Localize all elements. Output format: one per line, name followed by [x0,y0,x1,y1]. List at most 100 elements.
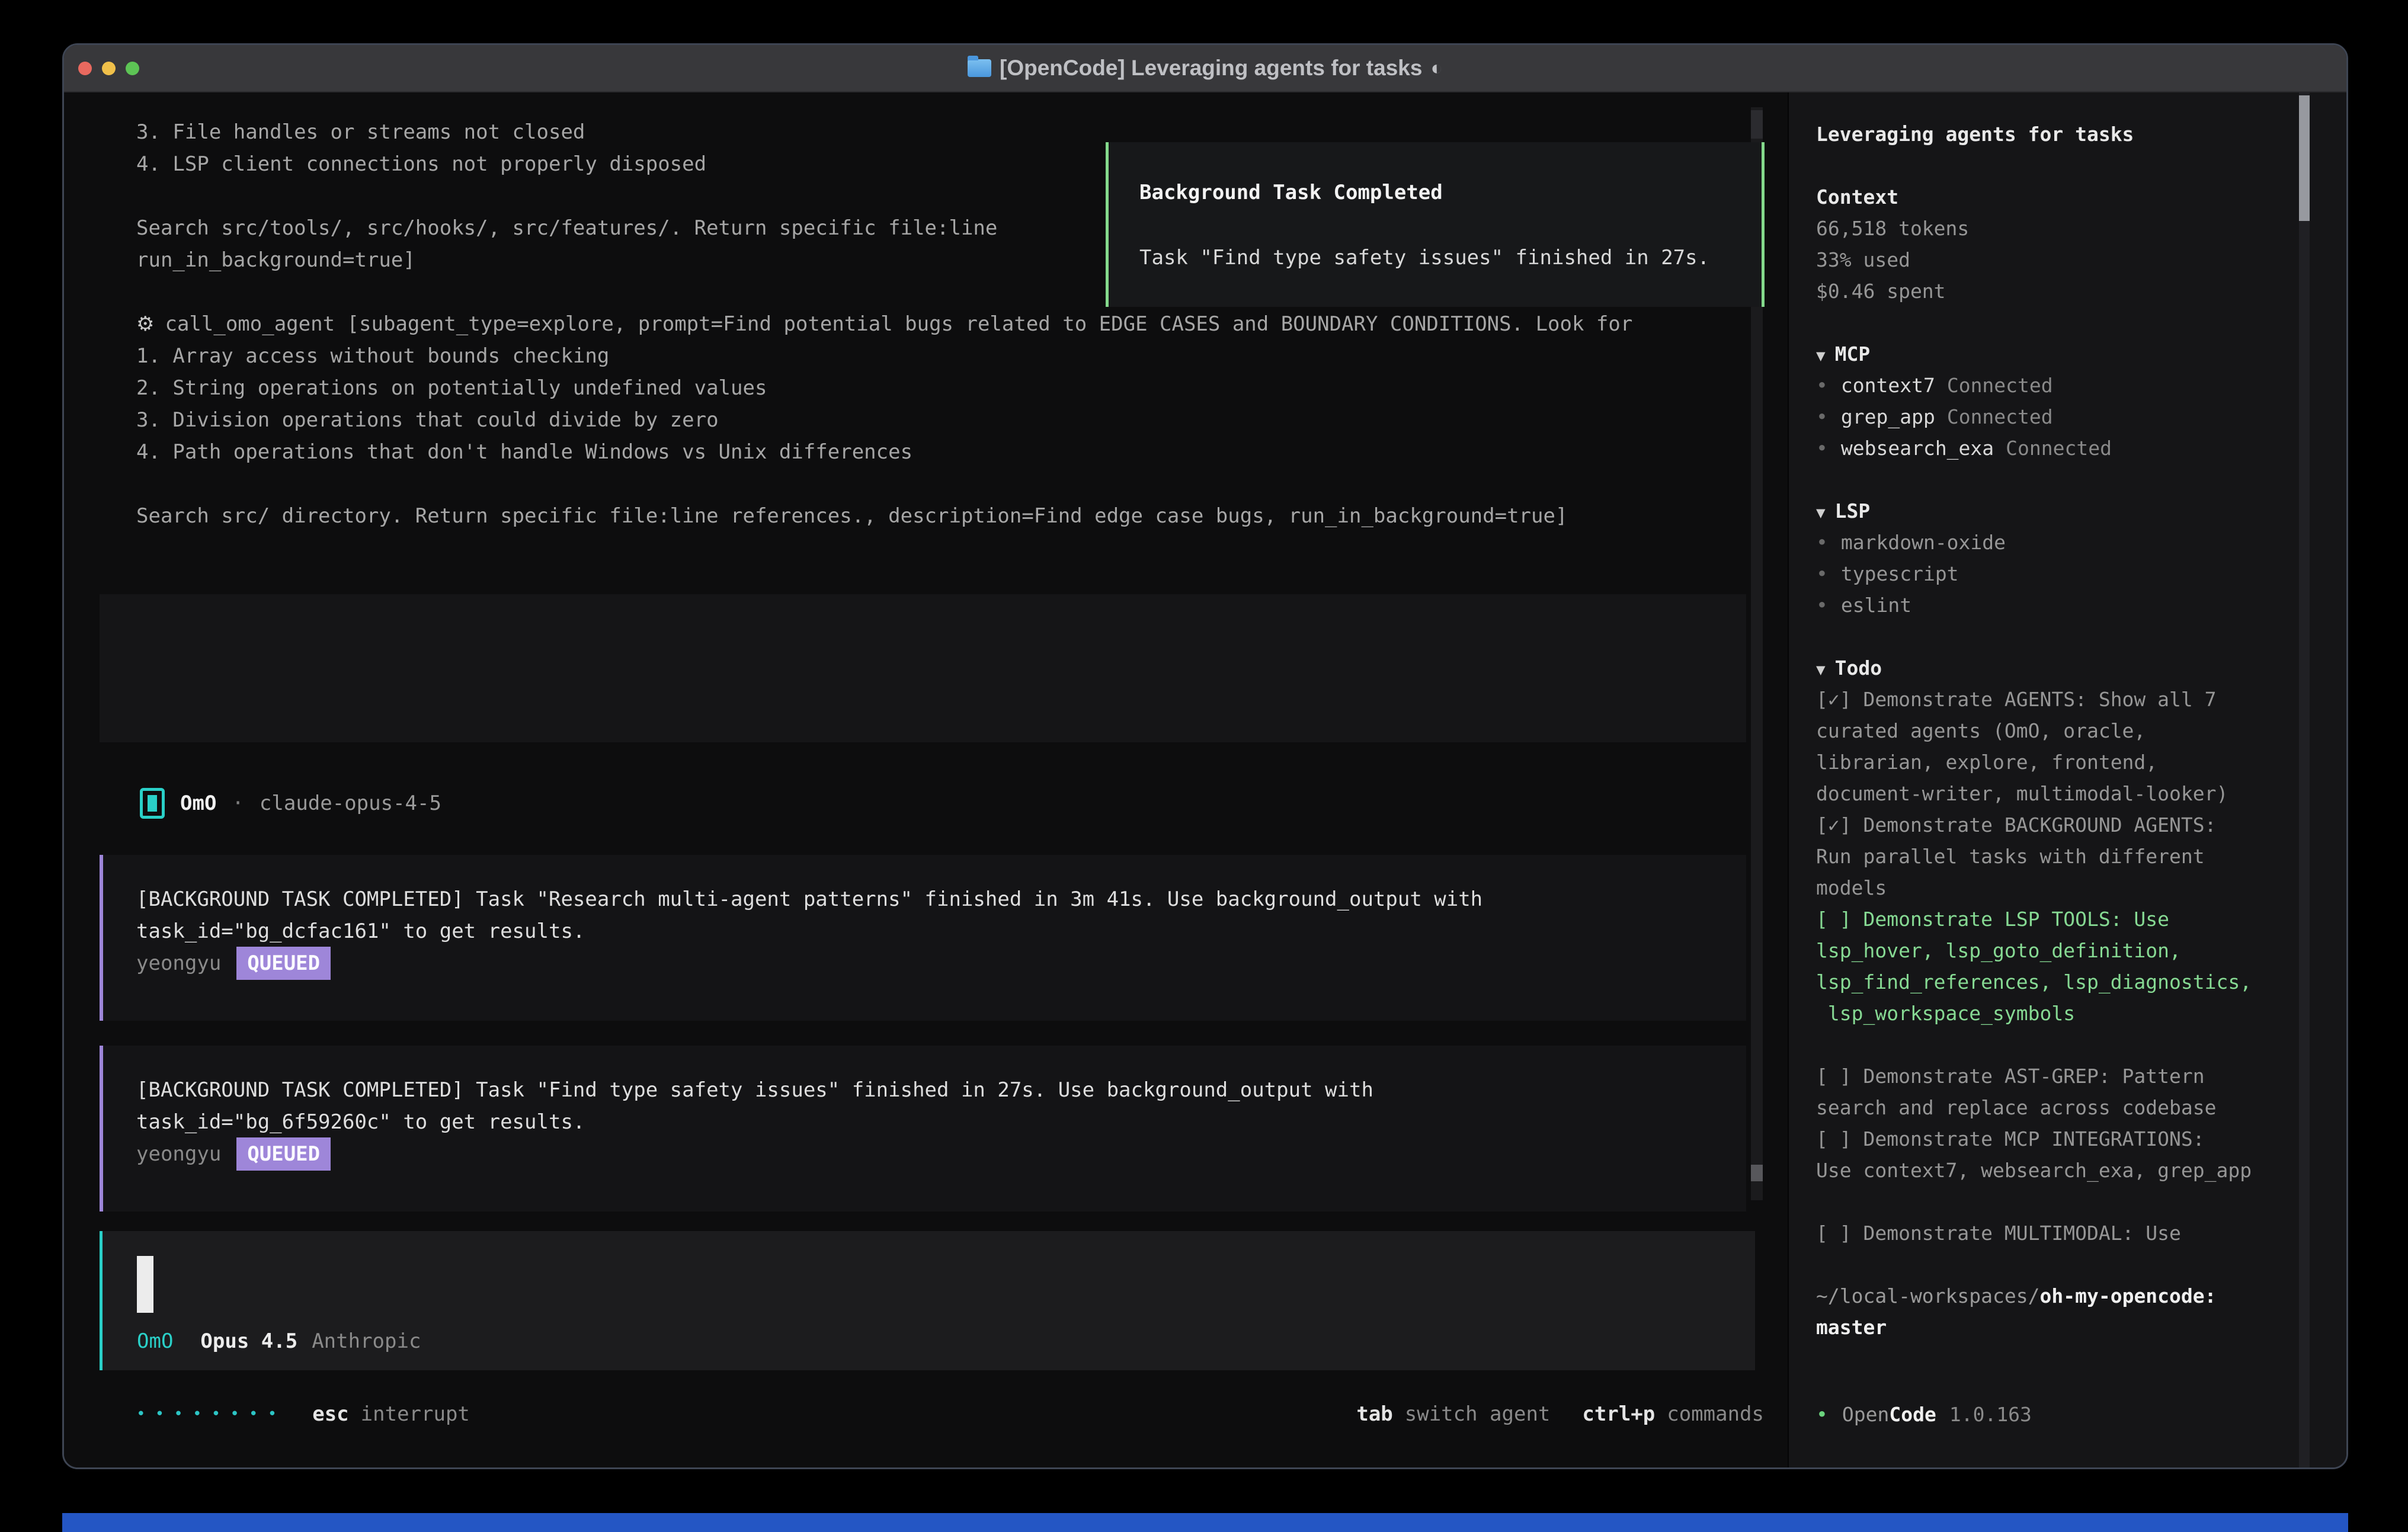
context-header: Context [1816,181,2346,213]
task-message-line2: task_id="bg_6f59260c" to get results. [136,1106,1746,1138]
terminal-line [136,468,1788,500]
todo-line: librarian, explore, frontend, [1816,746,2346,778]
todo-line: [ ] Demonstrate AST-GREP: Pattern [1816,1060,2346,1092]
task-message-line1: [BACKGROUND TASK COMPLETED] Task "Find t… [136,1074,1746,1106]
chevron-down-icon: ▼ [1816,504,1826,522]
chevron-down-icon: ▼ [1816,661,1826,679]
sidebar-scrollbar-thumb[interactable] [2299,95,2310,221]
mcp-item: •grep_appConnected [1816,401,2346,432]
todo-line: Use context7, websearch_exa, grep_app [1816,1155,2346,1186]
queued-badge: QUEUED [236,1137,331,1171]
lsp-list: •markdown-oxide •typescript •eslint [1816,527,2346,621]
queued-badge: QUEUED [236,947,331,980]
session-sidebar: Leveraging agents for tasks Context 66,5… [1788,92,2346,1468]
todo-section-header[interactable]: ▼Todo [1816,652,2346,684]
close-button[interactable] [78,62,92,75]
task-user: yeongyu [136,947,221,979]
todo-line: [ ] Demonstrate MULTIMODAL: Use [1816,1217,2346,1249]
esc-key-hint: esc [312,1398,348,1430]
todo-line: Run parallel tasks with different [1816,841,2346,872]
assistant-output-block: 1. Array access without bounds checking2… [64,340,1788,532]
terminal-line: 1. Array access without bounds checking [136,340,1788,372]
todo-line: lsp_workspace_symbols [1816,998,2346,1029]
todo-line: [✓] Demonstrate AGENTS: Show all 7 [1816,684,2346,715]
todo-line: [✓] Demonstrate BACKGROUND AGENTS: [1816,809,2346,841]
terminal-line: 3. Division operations that could divide… [136,404,1788,436]
toast-body: Task "Find type safety issues" finished … [1139,242,1762,274]
todo-line: models [1816,872,2346,903]
minimize-button[interactable] [102,62,116,75]
mcp-item: •websearch_exaConnected [1816,432,2346,464]
mcp-item: •context7Connected [1816,370,2346,401]
terminal-line: Search src/ directory. Return specific f… [136,500,1788,532]
main-scrollbar-top-segment [1751,110,1763,139]
opencode-window: [OpenCode] Leveraging agents for tasks ◐… [62,43,2348,1469]
lsp-section-header[interactable]: ▼LSP [1816,495,2346,527]
terminal-line: 2. String operations on potentially unde… [136,372,1788,404]
workspace-path: ~/local-workspaces/oh-my-opencode: [1816,1280,2346,1312]
window-title-text: [OpenCode] Leveraging agents for tasks [1000,56,1422,81]
lsp-item: •markdown-oxide [1816,527,2346,558]
background-task-message: [BACKGROUND TASK COMPLETED] Task "Resear… [100,855,1746,1021]
todo-list: [✓] Demonstrate AGENTS: Show all 7 curat… [1816,684,2346,1249]
gear-icon: ⚙ [136,308,154,340]
oracle-task-box: ◉ Oracle Task "Deep architecture review"… [100,594,1746,742]
todo-line: lsp_find_references, lsp_diagnostics, [1816,966,2346,998]
chevron-down-icon: ▼ [1816,347,1826,365]
agent-header: OmO · claude-opus-4-5 [140,787,1788,819]
tool-call-text: call_omo_agent [subagent_type=explore, p… [165,308,1632,340]
background-task-toast[interactable]: Background Task Completed Task "Find typ… [1106,142,1765,307]
status-bar: •••••••• esc interrupt tab switch agent … [136,1398,1764,1430]
mcp-list: •context7Connected •grep_appConnected •w… [1816,370,2346,464]
todo-line [1816,1029,2346,1060]
mcp-section-header[interactable]: ▼MCP [1816,338,2346,370]
oracle-nav-hint: ctrl+x right, ctrl+x left to navigate be… [136,689,1746,721]
active-agent: OmO [137,1325,173,1357]
bullet-icon: • [1816,405,1828,428]
prompt-input[interactable]: OmO Opus 4.5 Anthropic [100,1231,1755,1370]
agent-model: claude-opus-4-5 [260,787,441,819]
bullet-icon: • [1816,531,1828,554]
todo-line [1816,1186,2346,1217]
task-message-line2: task_id="bg_dcfac161" to get results. [136,915,1746,947]
todo-line: [ ] Demonstrate MCP INTEGRATIONS: [1816,1123,2346,1155]
lsp-item: •typescript [1816,558,2346,589]
window-title: [OpenCode] Leveraging agents for tasks ◐ [968,56,1443,81]
todo-line: curated agents (OmO, oracle, [1816,715,2346,746]
background-task-message: [BACKGROUND TASK COMPLETED] Task "Find t… [100,1046,1746,1212]
task-message-line1: [BACKGROUND TASK COMPLETED] Task "Resear… [136,883,1746,915]
model-provider: Anthropic [312,1325,421,1357]
tab-key-hint: tab [1356,1398,1392,1430]
activity-dots: •••••••• [136,1398,286,1430]
bullet-icon: • [1816,437,1828,460]
ctrlp-key-hint: ctrl+p [1582,1398,1655,1430]
context-spent: $0.46 spent [1816,275,2346,307]
agent-name: OmO [180,787,216,819]
context-tokens: 66,518 tokens [1816,213,2346,244]
zoom-button[interactable] [126,62,139,75]
separator-dot: · [232,787,244,819]
context-used: 33% used [1816,244,2346,275]
bullet-icon: • [1816,594,1828,617]
bullet-icon: • [1816,374,1828,397]
model-indicator: OmO Opus 4.5 Anthropic [137,1325,1755,1357]
text-cursor [137,1256,153,1313]
git-branch: master [1816,1312,2346,1343]
status-dot-icon: • [1816,1399,1828,1430]
bullet-icon: • [1816,562,1828,585]
todo-line: search and replace across codebase [1816,1092,2346,1123]
desktop-bottom-strip [62,1513,2348,1532]
toast-title: Background Task Completed [1139,177,1762,209]
sidebar-scrollbar[interactable] [2299,92,2310,1468]
main-scrollbar-thumb[interactable] [1751,1165,1763,1181]
half-moon-icon: ◐ [1430,57,1443,80]
oracle-task-title: ◉ Oracle Task "Deep architecture review" [136,625,1746,657]
todo-line: lsp_hover, lsp_goto_definition, [1816,935,2346,966]
session-title: Leveraging agents for tasks [1816,118,2346,150]
folder-icon [968,59,991,77]
task-user: yeongyu [136,1138,221,1170]
todo-line: document-writer, multimodal-looker) [1816,778,2346,809]
desktop: [OpenCode] Leveraging agents for tasks ◐… [0,0,2408,1532]
active-model: Opus 4.5 [200,1325,297,1357]
app-version: • OpenCode 1.0.163 [1816,1399,2032,1430]
